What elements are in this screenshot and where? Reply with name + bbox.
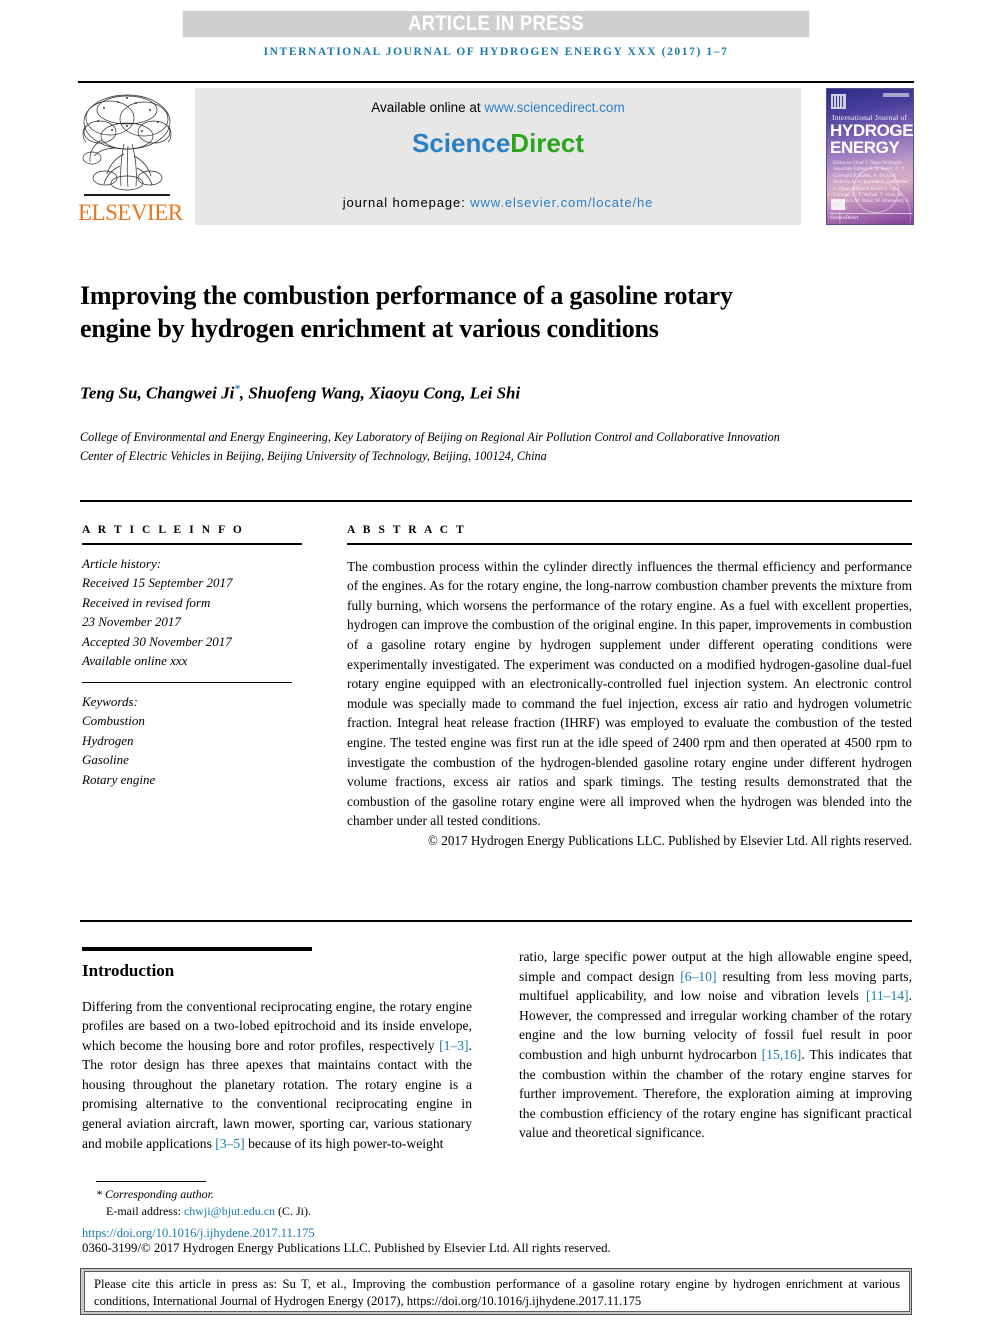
intro-text-b: . The rotor design has three apexes that… [82, 1037, 472, 1151]
abstract-rule [347, 543, 912, 545]
masthead-top-rule [78, 81, 914, 83]
sciencedirect-logo[interactable]: ScienceDirect [195, 128, 801, 159]
article-available-online: Available online xxx [82, 653, 188, 669]
article-received-date: Received 15 September 2017 [82, 575, 233, 591]
cover-topbar-icon [883, 93, 909, 97]
sciencedirect-banner: Available online at www.sciencedirect.co… [195, 88, 801, 225]
keywords-label: Keywords: [82, 693, 138, 709]
journal-running-head: INTERNATIONAL JOURNAL OF HYDROGEN ENERGY… [263, 46, 729, 58]
cover-footer-text: ScienceDirect [830, 213, 912, 221]
corresponding-author-text: Corresponding author. [102, 1187, 214, 1201]
keywords-rule [82, 681, 292, 683]
article-revised-date: 23 November 2017 [82, 614, 181, 630]
article-revised-label: Received in revised form [82, 594, 211, 610]
email-link[interactable]: chwji@bjut.edu.cn [184, 1204, 275, 1218]
intro-text-c: because of its high power-to-weight [244, 1135, 444, 1151]
issn-copyright-line: 0360-3199/© 2017 Hydrogen Energy Publica… [82, 1241, 611, 1255]
elsevier-logo: ELSEVIER [78, 88, 183, 225]
article-info-heading: A R T I C L E I N F O [82, 524, 245, 536]
cite-this-article-text: Please cite this article in press as: Su… [84, 1271, 910, 1312]
available-online-line: Available online at www.sciencedirect.co… [195, 100, 801, 115]
email-note: E-mail address: chwji@bjut.edu.cn (C. Ji… [82, 1203, 502, 1220]
article-history-label: Article history: [82, 555, 162, 571]
keywords-block: Keywords: Combustion Hydrogen Gasoline R… [82, 692, 302, 790]
journal-cover-image: International Journal of HYDROGEN ENERGY… [826, 88, 914, 225]
journal-homepage-label: journal homepage: [342, 195, 471, 210]
keyword-item: Combustion [82, 713, 145, 729]
sciencedirect-logo-part2: Direct [510, 128, 584, 158]
cover-title-line1: HYDROGEN [830, 121, 914, 140]
citation-ref-11-14[interactable]: [11–14] [866, 988, 909, 1003]
body-top-rule [80, 920, 912, 922]
abstract-column: A B S T R A C T The combustion process w… [347, 524, 912, 849]
footnote-block: * Corresponding author. E-mail address: … [82, 1186, 502, 1219]
article-info-column: A R T I C L E I N F O Article history: R… [82, 524, 302, 789]
cover-hie-logo-icon [831, 199, 845, 210]
email-label: E-mail address: [106, 1203, 184, 1218]
intro-text-a: Differing from the conventional reciproc… [82, 998, 472, 1053]
sciencedirect-logo-part1: Science [412, 128, 511, 158]
author-list: Teng Su, Changwei Ji*, Shuofeng Wang, Xi… [80, 383, 900, 404]
introduction-paragraph-right: ratio, large specific power output at th… [519, 947, 912, 1143]
keyword-item: Hydrogen [82, 732, 134, 748]
keyword-item: Gasoline [82, 752, 129, 768]
sciencedirect-link[interactable]: www.sciencedirect.com [484, 100, 624, 115]
cover-title-line2: ENERGY [830, 138, 900, 157]
corresponding-author-note: * Corresponding author. [82, 1186, 502, 1203]
doi-link[interactable]: https://doi.org/10.1016/j.ijhydene.2017.… [82, 1226, 315, 1241]
elsevier-wordmark: ELSEVIER [78, 200, 183, 225]
citation-ref-1-3[interactable]: [1–3] [439, 1038, 468, 1053]
article-in-press-banner: ARTICLE IN PRESS [182, 11, 810, 37]
abstract-top-rule [80, 500, 912, 502]
abstract-copyright: © 2017 Hydrogen Energy Publications LLC.… [427, 832, 912, 848]
citation-ref-6-10[interactable]: [6–10] [680, 969, 716, 984]
introduction-paragraph-left: Differing from the conventional reciproc… [82, 997, 472, 1154]
footnote-separator-rule [96, 1181, 206, 1182]
citation-ref-3-5[interactable]: [3–5] [215, 1136, 244, 1151]
page-title: Improving the combustion performance of … [80, 281, 733, 344]
author-names-first: Teng Su, Changwei Ji [80, 383, 235, 403]
masthead: ELSEVIER Available online at www.science… [78, 85, 914, 225]
introduction-heading: Introduction [82, 960, 175, 980]
cover-badge-icon [831, 94, 846, 109]
body-column-left: Introduction Differing from the conventi… [82, 947, 472, 1167]
elsevier-tree-baseline [84, 194, 170, 196]
article-accepted-date: Accepted 30 November 2017 [82, 633, 232, 649]
abstract-body: The combustion process within the cylind… [347, 558, 912, 829]
available-online-label: Available online at [371, 100, 485, 115]
article-info-rule [82, 543, 302, 545]
article-history-block: Article history: Received 15 September 2… [82, 554, 302, 671]
introduction-section-rule [82, 947, 312, 951]
journal-homepage-line: journal homepage: www.elsevier.com/locat… [195, 195, 801, 210]
abstract-heading: A B S T R A C T [347, 524, 467, 536]
elsevier-tree-icon [80, 88, 174, 196]
author-affiliation: College of Environmental and Energy Engi… [80, 430, 780, 463]
email-suffix: (C. Ji). [275, 1203, 312, 1218]
journal-homepage-link[interactable]: www.elsevier.com/locate/he [470, 195, 653, 210]
keyword-item: Rotary engine [82, 771, 156, 787]
author-names-rest: , Shuofeng Wang, Xiaoyu Cong, Lei Shi [239, 383, 521, 403]
citation-ref-15-16[interactable]: [15,16] [762, 1047, 802, 1062]
body-column-right: ratio, large specific power output at th… [519, 947, 912, 1157]
cite-this-article-box: Please cite this article in press as: Su… [80, 1268, 912, 1315]
